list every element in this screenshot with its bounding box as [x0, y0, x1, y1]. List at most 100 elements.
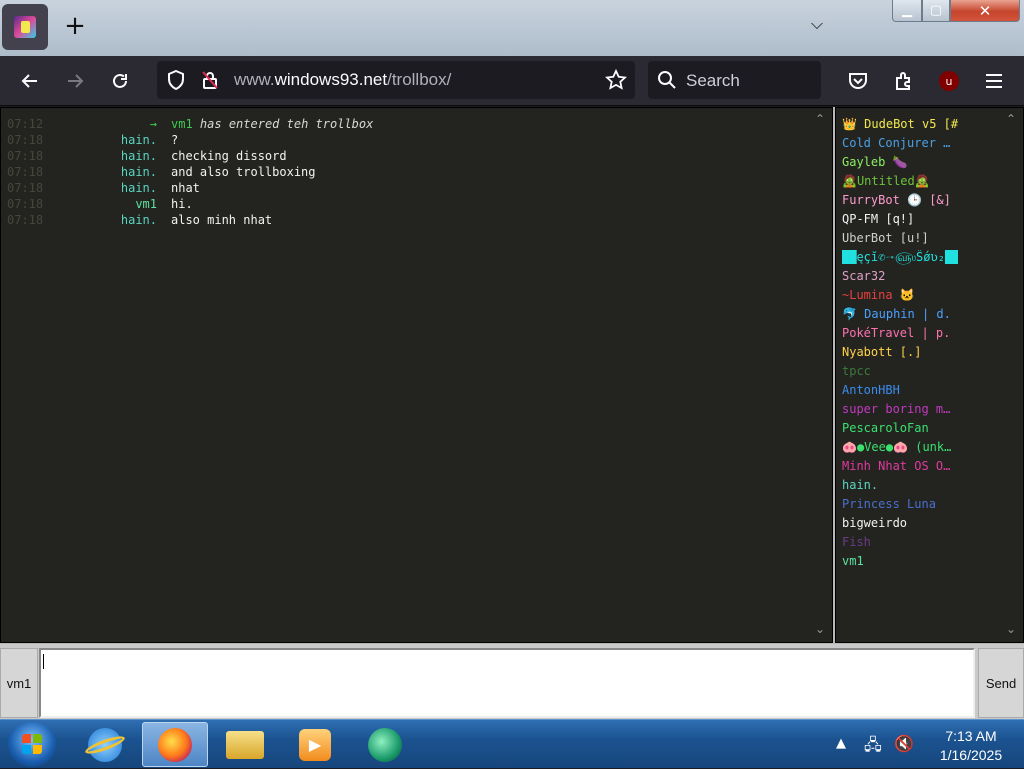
message-nickname[interactable]: hain.: [7, 181, 157, 195]
user-list-item[interactable]: Cold Conjurer …: [842, 136, 958, 154]
url-path: /trollbox/: [387, 70, 452, 89]
pocket-icon[interactable]: [843, 66, 873, 96]
url-domain: windows93.net: [274, 70, 388, 89]
svg-text:u: u: [946, 75, 953, 88]
user-list-item[interactable]: UberBot [u!]: [842, 231, 958, 249]
user-list-item[interactable]: Scar32: [842, 269, 958, 287]
userlist-scroll-down-icon[interactable]: ⌄: [1002, 622, 1020, 636]
user-list-item[interactable]: 🐽●Vee●🐽 (unk…: [842, 440, 958, 458]
user-list-item[interactable]: ~Lumina 🐱: [842, 288, 958, 306]
clock-date[interactable]: 1/16/2025: [928, 747, 1014, 763]
user-list-item[interactable]: Nyabott [.]: [842, 345, 958, 363]
nickname-button[interactable]: vm1: [0, 648, 38, 718]
chat-scroll-up-icon[interactable]: ⌃: [811, 112, 829, 126]
network-icon[interactable]: 🖧: [864, 734, 882, 761]
tracking-protection-shield-icon[interactable]: [161, 65, 191, 95]
volume-muted-icon[interactable]: 🔇: [894, 734, 914, 753]
internet-explorer-icon: [83, 727, 127, 762]
hamburger-menu-icon[interactable]: [979, 66, 1009, 96]
user-list-item[interactable]: FurryBot 🕒 [&]: [842, 193, 958, 211]
user-list-item[interactable]: PokéTravel | p.: [842, 326, 958, 344]
user-list-item[interactable]: super boring m…: [842, 402, 958, 420]
user-list-item[interactable]: PescaroloFan: [842, 421, 958, 439]
search-bar[interactable]: Search: [648, 61, 821, 99]
user-list-item[interactable]: Gayleb 🍆: [842, 155, 958, 173]
message-text: vm1 has entered teh trollbox: [171, 117, 373, 131]
url-prefix: www.: [234, 70, 275, 89]
chat-scroll-down-icon[interactable]: ⌄: [811, 622, 829, 636]
message-nickname[interactable]: hain.: [7, 149, 157, 163]
url-text: www.windows93.net/trollbox/: [234, 70, 451, 90]
minimize-button[interactable]: ▁: [892, 0, 922, 22]
firefox-taskbar-icon[interactable]: [142, 722, 208, 767]
user-list-item[interactable]: QP-FM [q!]: [842, 212, 958, 230]
url-bar[interactable]: www.windows93.net/trollbox/: [157, 61, 635, 99]
user-list-item[interactable]: Fish: [842, 535, 958, 553]
file-explorer-taskbar-icon[interactable]: [212, 722, 278, 767]
message-text: hi.: [171, 197, 193, 211]
user-list-item[interactable]: tpcc: [842, 364, 958, 382]
search-placeholder: Search: [686, 71, 740, 90]
new-tab-plus-icon[interactable]: +: [62, 13, 88, 40]
browser-toolbar: www.windows93.net/trollbox/ Search u: [0, 56, 1024, 106]
user-list-item[interactable]: Minh Nhat OS O…: [842, 459, 958, 477]
message-nickname[interactable]: vm1: [7, 197, 157, 211]
user-list-item[interactable]: Princess Luna: [842, 497, 958, 515]
user-list-item[interactable]: hain.: [842, 478, 958, 496]
clock-time[interactable]: 7:13 AM: [928, 728, 1014, 744]
message-nickname[interactable]: hain.: [7, 133, 157, 147]
search-icon: [652, 65, 682, 95]
message-nickname[interactable]: hain.: [7, 165, 157, 179]
media-play-icon: ▶: [299, 728, 331, 761]
system-message-user[interactable]: vm1: [171, 117, 193, 131]
chat-input-row: vm1 Send: [0, 644, 1024, 719]
user-list-item[interactable]: 🐬 Dauphin | d.: [842, 307, 958, 325]
user-list-item[interactable]: vm1: [842, 554, 958, 572]
maximize-button[interactable]: ▢: [922, 0, 950, 22]
user-list-item[interactable]: AntonHBH: [842, 383, 958, 401]
user-list-item[interactable]: 🧟Untitled🧟: [842, 174, 958, 192]
message-text: also minh nhat: [171, 213, 273, 227]
message-text: and also trollboxing: [171, 165, 316, 179]
windows-taskbar: ▶ ▲ 🖧 🔇 7:13 AM 1/16/2025: [0, 719, 1024, 768]
media-player-taskbar-icon[interactable]: ▶: [282, 722, 348, 767]
extensions-puzzle-icon[interactable]: [889, 66, 919, 96]
app-bird-taskbar-icon[interactable]: [352, 722, 418, 767]
trollbox-page: 07:12 → vm1 has entered teh trollbox 07:18 h…: [0, 107, 1024, 719]
start-button[interactable]: [8, 722, 56, 767]
chat-log[interactable]: 07:12 → vm1 has entered teh trollbox 07:18 h…: [0, 107, 833, 643]
folder-icon: [226, 730, 264, 759]
system-message-text: has entered teh trollbox: [199, 117, 374, 131]
active-tab[interactable]: [2, 4, 48, 50]
ublock-origin-icon[interactable]: u: [934, 66, 964, 96]
browser-tab-bar: + ⌵ ▁ ▢ ✕: [0, 0, 1024, 56]
message-input[interactable]: [39, 648, 975, 718]
show-hidden-icons-chevron-up-icon[interactable]: ▲: [836, 736, 846, 751]
insecure-lock-icon[interactable]: [195, 65, 225, 95]
back-arrow-icon[interactable]: [15, 66, 45, 96]
close-button[interactable]: ✕: [950, 0, 1020, 22]
list-all-tabs-chevron-down-icon[interactable]: ⌵: [806, 14, 828, 36]
message-text: nhat: [171, 181, 200, 195]
windows-logo-icon: [22, 734, 42, 754]
system-tray: ▲ 🖧 🔇 7:13 AM 1/16/2025: [828, 720, 1024, 769]
user-list-item[interactable]: ██ęçĭ✆🙬௵Ŝǿʋ₂██: [842, 250, 958, 268]
firefox-icon: [158, 727, 192, 762]
user-list-item[interactable]: bigweirdo: [842, 516, 958, 534]
message-nickname[interactable]: hain.: [7, 213, 157, 227]
reload-icon[interactable]: [105, 66, 135, 96]
window-controls: ▁ ▢ ✕: [892, 0, 1022, 22]
forward-arrow-icon[interactable]: [60, 66, 90, 96]
bookmark-star-icon[interactable]: [601, 65, 631, 95]
message-nickname[interactable]: →: [7, 117, 157, 131]
bird-app-icon: [368, 727, 402, 762]
userlist-scroll-up-icon[interactable]: ⌃: [1002, 112, 1020, 126]
user-list[interactable]: 👑 DudeBot v5 [#] Cold Conjurer … Gayleb 🍆 🧟…: [835, 107, 1024, 643]
text-caret: [43, 654, 44, 669]
send-button[interactable]: Send: [978, 648, 1024, 718]
internet-explorer-taskbar-icon[interactable]: [72, 722, 138, 767]
windows93-favicon-icon: [14, 16, 36, 38]
message-text: ?: [171, 133, 179, 147]
user-list-item[interactable]: 👑 DudeBot v5 [#]: [842, 117, 958, 135]
message-text: checking dissord: [171, 149, 287, 163]
